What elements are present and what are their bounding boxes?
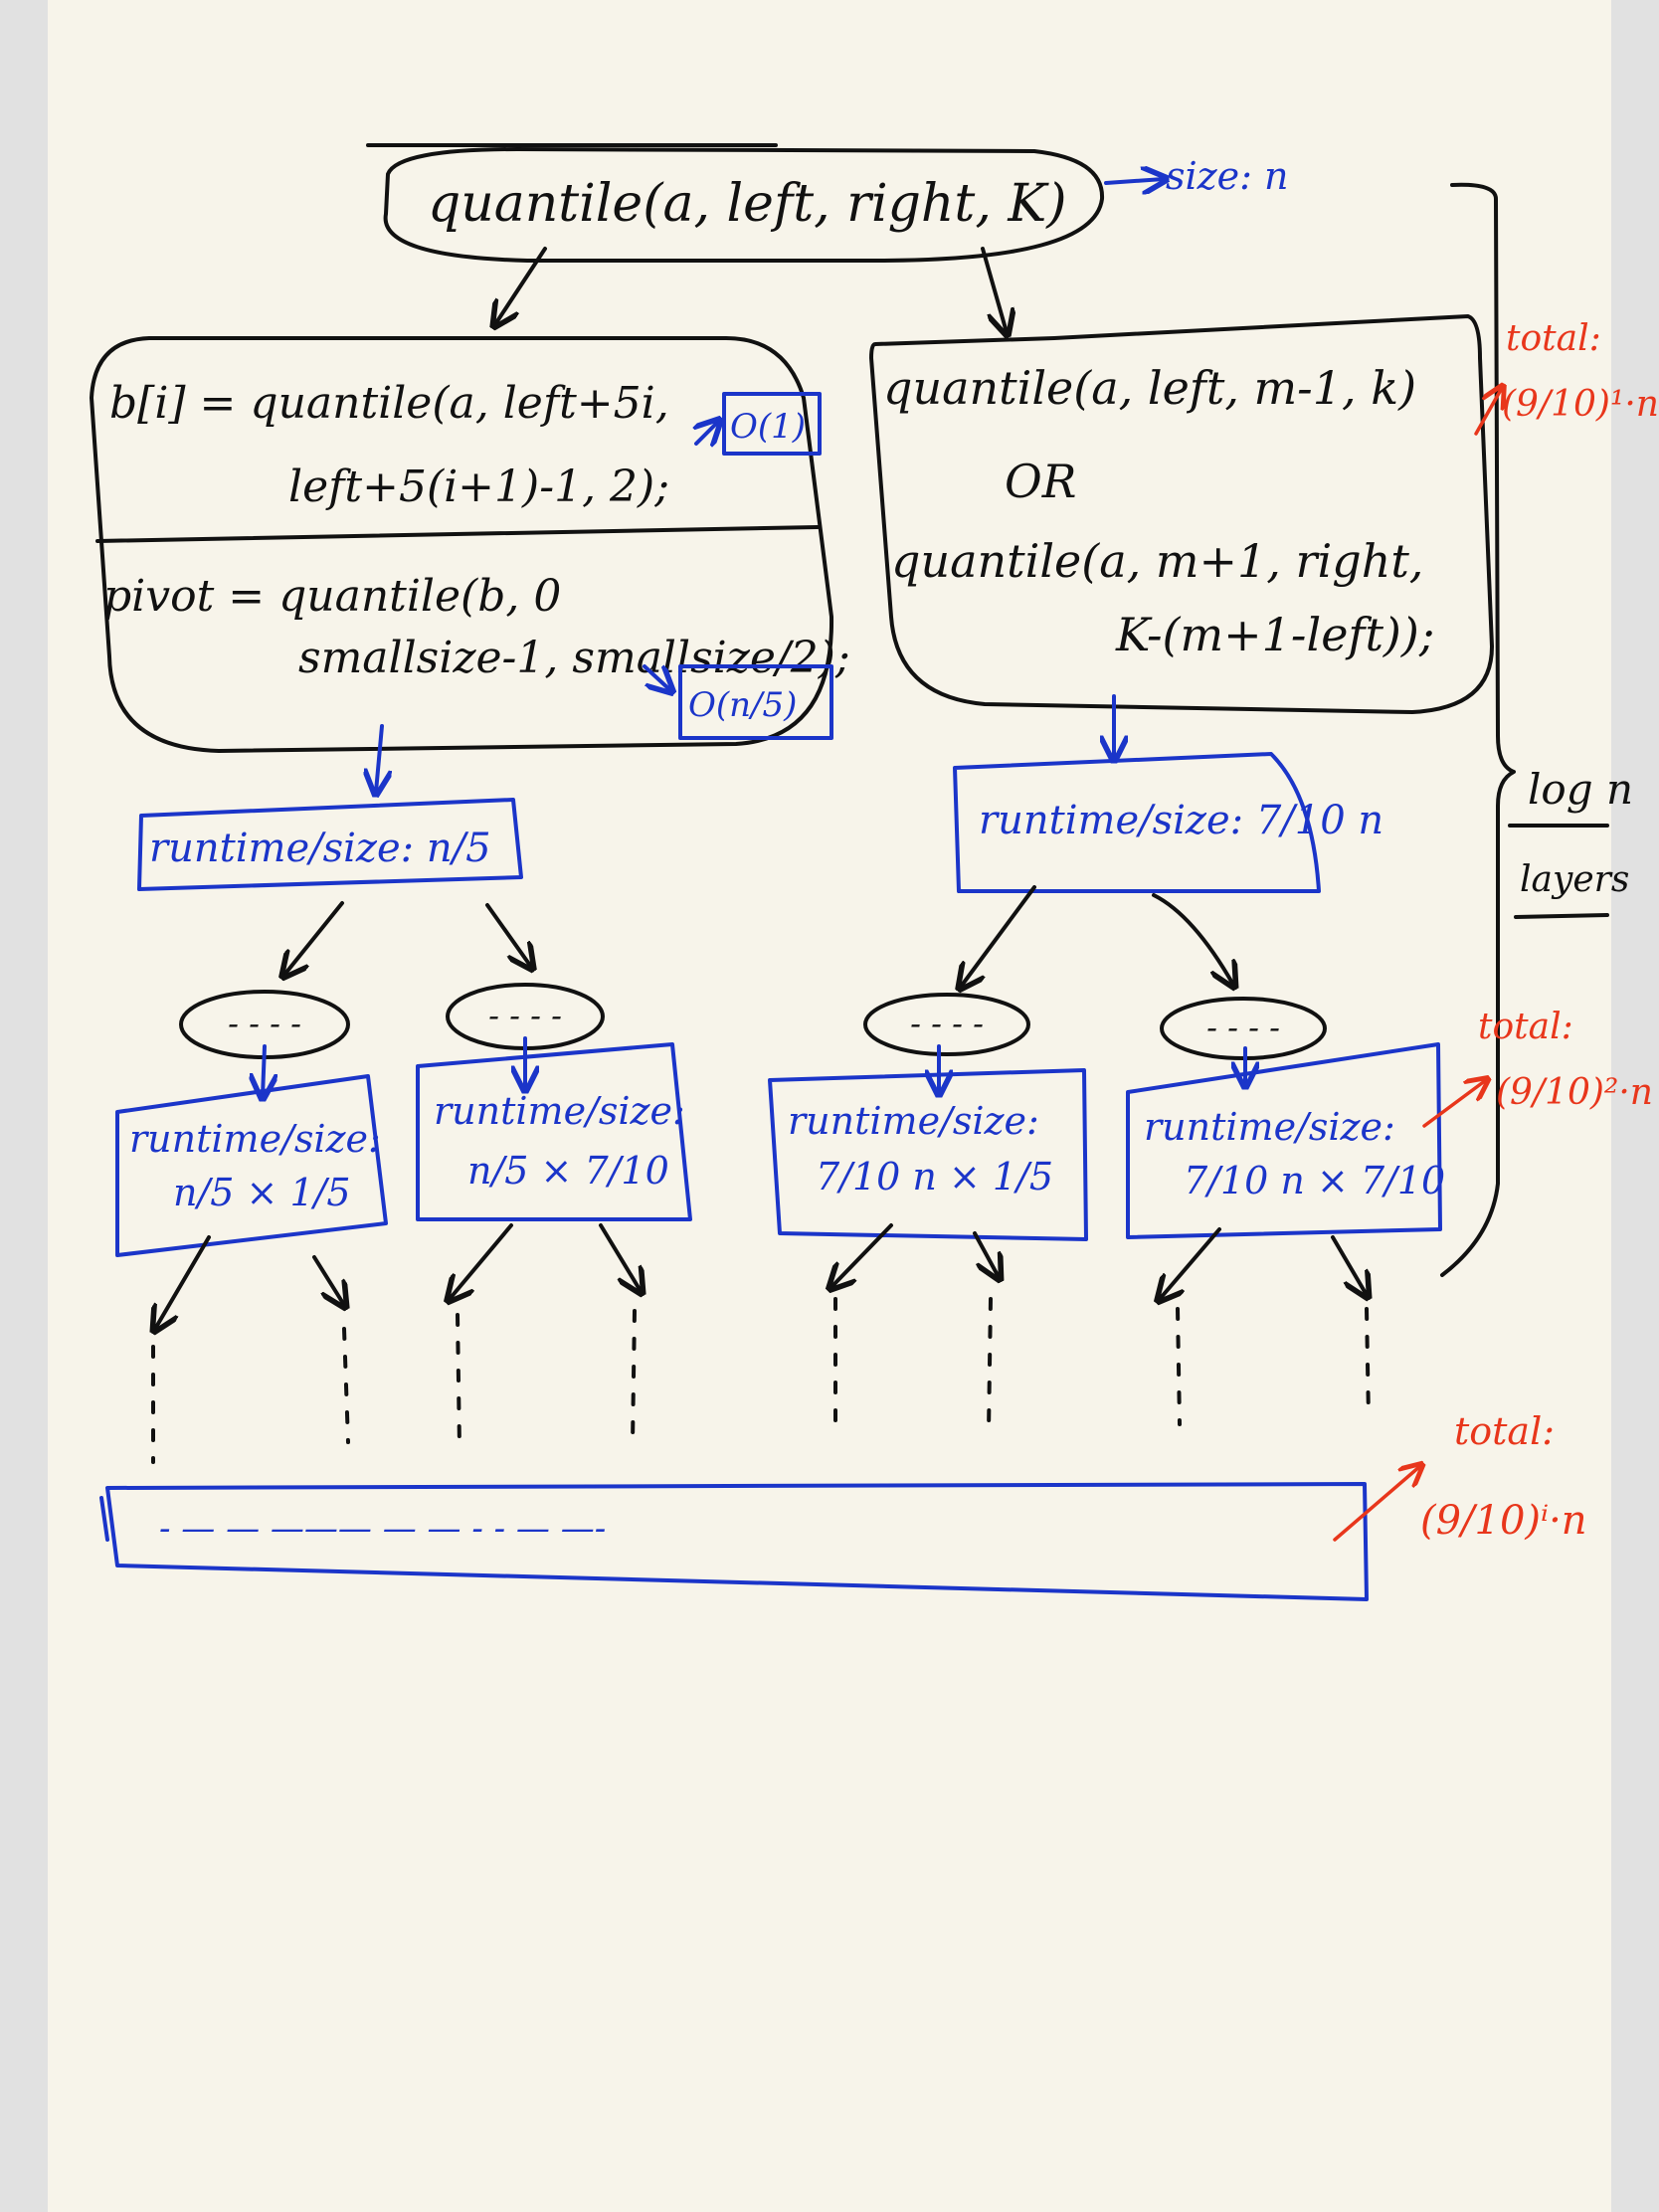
- level2-box-1: [115, 1074, 388, 1257]
- layers-underline-2: [1514, 913, 1609, 919]
- bottom-bar-dashes: - — — ——— — — - - — —-: [159, 1509, 606, 1549]
- arrow-b2-down-r: [599, 1223, 641, 1291]
- arrow-e1-b1: [263, 1044, 265, 1096]
- root-call-text: quantile(a, left, right, K): [428, 174, 1067, 234]
- ellipse-4-text: - - - -: [1206, 1009, 1280, 1046]
- right-line4: K-(m+1-left));: [1115, 608, 1434, 661]
- right-line1: quantile(a, left, m-1, k): [883, 361, 1416, 415]
- root-size-label: size: n: [1166, 154, 1289, 198]
- left-line2: left+5(i+1)-1, 2);: [288, 461, 669, 512]
- arrow-l1-e2: [485, 903, 531, 967]
- tag1-text: O(1): [730, 407, 806, 447]
- arrow-b3-down-r: [973, 1231, 999, 1277]
- left-node-divider: [95, 525, 820, 543]
- dashed-line-3: [456, 1313, 461, 1450]
- tag1-arrow: [696, 422, 718, 444]
- right-line2: OR: [1005, 455, 1076, 508]
- total3-arrow: [1333, 1466, 1420, 1542]
- size-arrow: [1104, 179, 1164, 183]
- arrow-l1-e4: [1152, 893, 1233, 985]
- dashed-line-8: [1365, 1307, 1371, 1420]
- total1-value: (9/10)¹·n: [1502, 384, 1659, 425]
- tag2-text: O(n/5): [688, 685, 797, 725]
- total2-arrow: [1422, 1080, 1486, 1128]
- ellipse-1-text: - - - -: [228, 1005, 301, 1042]
- level2-box-4-line2: 7/10 n × 7/10: [1184, 1159, 1445, 1202]
- arrow-l1-e1: [284, 901, 344, 975]
- dashed-line-7: [1176, 1307, 1182, 1426]
- total2-value: (9/10)²·n: [1496, 1072, 1653, 1113]
- dashed-line-6: [987, 1297, 993, 1434]
- layers-label: layers: [1520, 859, 1629, 900]
- level1-left-text: runtime/size: n/5: [149, 826, 491, 871]
- level2-box-2-line2: n/5 × 7/10: [467, 1149, 669, 1193]
- dashed-line-4: [631, 1309, 637, 1446]
- left-to-level1-arrow: [376, 724, 382, 792]
- level2-box-1-line1: runtime/size:: [129, 1117, 381, 1161]
- bottom-bar-left-tick: [99, 1496, 109, 1542]
- right-line3: quantile(a, m+1, right,: [891, 534, 1423, 588]
- left-line4: smallsize-1, smallsize/2);: [298, 633, 850, 683]
- total1-label: total:: [1506, 318, 1601, 359]
- level2-box-4-line1: runtime/size:: [1144, 1105, 1395, 1149]
- level2-box-3-line1: runtime/size:: [788, 1099, 1039, 1143]
- arrow-l1-e3: [961, 885, 1036, 987]
- total2-label: total:: [1478, 1007, 1573, 1047]
- ellipse-3-text: - - - -: [910, 1005, 984, 1042]
- total3-label: total:: [1454, 1409, 1555, 1453]
- layers-count: log n: [1528, 765, 1633, 814]
- level1-right-text: runtime/size: 7/10 n: [979, 798, 1383, 843]
- total3-value: (9/10)ⁱ·n: [1420, 1498, 1587, 1544]
- root-to-right-arrow: [981, 247, 1007, 332]
- level2-box-1-line2: n/5 × 1/5: [173, 1171, 351, 1214]
- arrow-b2-down-l: [450, 1223, 513, 1299]
- arrow-b4-down-r: [1331, 1235, 1367, 1295]
- arrow-b1-down-r: [312, 1255, 344, 1305]
- dashed-line-2: [342, 1327, 350, 1444]
- left-line1: b[i] = quantile(a, left+5i,: [109, 378, 669, 429]
- level2-box-3-line2: 7/10 n × 1/5: [816, 1155, 1053, 1198]
- recursion-tree-diagram: quantile(a, left, right, K) size: n b[i]…: [90, 143, 1659, 1601]
- level2-box-2-line1: runtime/size:: [434, 1089, 685, 1133]
- left-line3: pivot = quantile(b, 0: [103, 571, 561, 622]
- ellipse-2-text: - - - -: [488, 997, 562, 1034]
- arrow-b4-down-l: [1160, 1227, 1221, 1299]
